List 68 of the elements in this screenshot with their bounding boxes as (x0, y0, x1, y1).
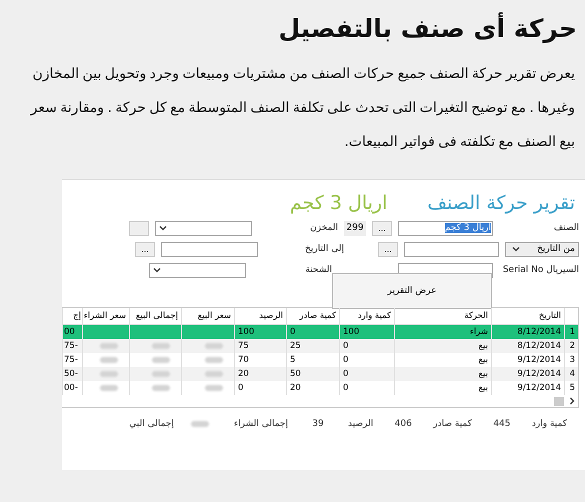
batch-dropdown[interactable] (149, 262, 246, 278)
blurred-value (152, 343, 170, 349)
show-report-button[interactable]: عرض التقرير (332, 273, 492, 309)
table-cell: 75- (62, 339, 82, 353)
column-header[interactable]: سعر البيع (181, 308, 234, 324)
browse-button[interactable] (129, 220, 149, 236)
blurred-value (205, 357, 223, 363)
table-cell: 9/12/2014 (491, 367, 564, 381)
blurred-value (152, 371, 170, 377)
field-label: السيريال Serial No (502, 265, 579, 275)
blurred-value (152, 357, 170, 363)
table-cell: 50- (62, 367, 82, 381)
field-label: الصنف (552, 223, 579, 233)
article-paragraph: يعرض تقرير حركة الصنف جميع حركات الصنف من مشتريات ومبيعات وجرد وتحويل بين المخازن وغيرها . مع توضيح التغيرات التى تحدث على تكلفة الصنف المتوسطة مع كل حركة . ومقارنة سعر بيع الصنف مع تكلفته فى فواتير المبيعات. (29, 65, 575, 152)
blurred-value (205, 343, 223, 349)
table-cell: بيع (394, 339, 491, 353)
column-header[interactable]: التاريخ (491, 308, 564, 324)
blurred-value (100, 343, 118, 349)
row-number: 4 (564, 367, 578, 381)
store-dropdown[interactable] (155, 220, 252, 236)
item-field[interactable]: اريال 3 كجم (398, 220, 493, 236)
column-header[interactable]: إجمالى البيع (129, 308, 181, 324)
table-cell: 25 (286, 339, 339, 353)
date-type-dropdown[interactable]: من التاريخ (505, 242, 579, 256)
column-header[interactable]: إج (62, 308, 82, 324)
column-header[interactable]: كمية صادر (286, 308, 339, 324)
field-label: إلى التاريخ (304, 244, 344, 254)
to-date-field[interactable] (161, 242, 258, 256)
column-header[interactable]: الحركة (394, 308, 491, 324)
dropdown-icon (153, 267, 161, 273)
article-heading: حركة أى صنف بالتفصيل (277, 11, 578, 43)
blurred-value (205, 371, 223, 377)
blurred-value (100, 357, 118, 363)
table-cell: 50 (286, 367, 339, 381)
from-date-field[interactable] (404, 242, 499, 256)
total-label: إجمالى الشراء (234, 419, 288, 429)
dropdown-icon (159, 225, 167, 231)
table-cell: 20 (234, 367, 286, 381)
item-code: 299 (344, 220, 366, 236)
scrollbar-thumb[interactable] (554, 396, 564, 406)
blurred-value (100, 385, 118, 391)
column-header[interactable]: سعر الشراء (82, 308, 129, 324)
column-header[interactable]: الرصيد (234, 308, 286, 324)
browse-button[interactable]: ... (372, 220, 392, 236)
table-cell: 8/12/2014 (491, 339, 564, 353)
table-cell: 0 (339, 367, 394, 381)
total-label: الرصيد (348, 419, 374, 429)
dropdown-icon (512, 246, 520, 252)
table-cell: بيع (394, 367, 491, 381)
blurred-value (100, 371, 118, 377)
field-label: الشحنة (304, 265, 332, 275)
total-label: كمية وارد (532, 419, 567, 429)
blurred-value (152, 385, 170, 391)
blurred-value (190, 421, 209, 427)
row-number: 2 (564, 339, 578, 353)
blurred-value (205, 385, 223, 391)
total-label: كمية صادر (433, 419, 472, 429)
table-cell: 0 (339, 339, 394, 353)
date-picker-button[interactable]: ... (135, 242, 155, 256)
item-title: اريال 3 كجم (290, 192, 388, 214)
scroll-right-icon[interactable] (569, 397, 575, 405)
dropdown-value: من التاريخ (537, 244, 575, 254)
field-label: المخزن (309, 223, 338, 233)
table-cell: 75 (234, 339, 286, 353)
column-header[interactable]: كمية وارد (339, 308, 394, 324)
report-title: تقرير حركة الصنف (427, 192, 575, 214)
total-label: إجمالى البي (129, 419, 174, 429)
date-picker-button[interactable]: ... (378, 242, 398, 256)
